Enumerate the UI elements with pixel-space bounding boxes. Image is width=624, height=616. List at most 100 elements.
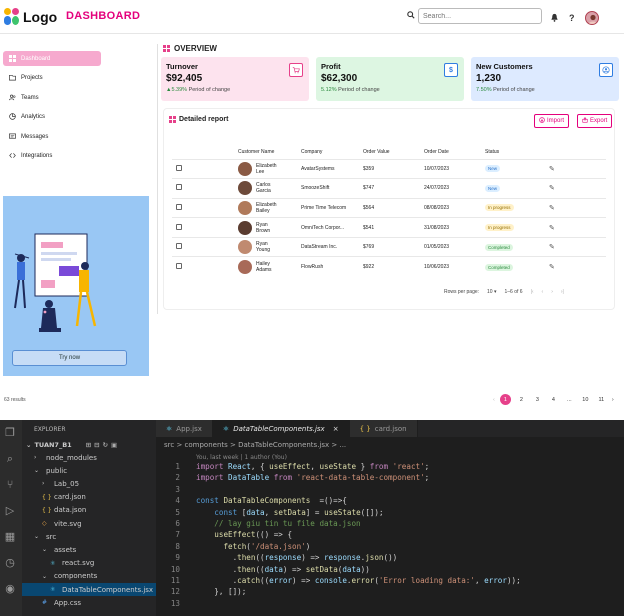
try-now-button[interactable]: Try now [12,350,127,366]
tree-folder[interactable]: › Lab_05 [22,477,156,490]
help-icon[interactable]: ? [569,13,575,23]
prev-page-icon[interactable]: ‹ [542,289,544,295]
tree-file[interactable]: # App.css [22,596,156,609]
user-circle-icon[interactable] [599,63,613,77]
code-line[interactable]: import React, { useEffect, useState } fr… [196,462,429,471]
files-icon[interactable]: ❐ [3,426,17,440]
table-row[interactable]: Elizabeth Lee AvatarSystems $359 10/07/2… [172,158,606,179]
table-row[interactable]: Elizabeth Bailey Prime Time Telecom $564… [172,197,606,218]
tab-label: card.json [374,424,407,433]
sidebar-item-analytics[interactable]: Analytics [3,109,101,124]
first-page-icon[interactable]: |‹ [531,289,534,295]
next-page-icon[interactable]: › [612,397,614,403]
tree-file[interactable]: ◇ vite.svg [22,517,156,530]
dollar-icon[interactable]: $ [444,63,458,77]
line-number: 12 [170,587,180,597]
column-header[interactable]: Order Value [359,145,420,159]
remote-icon[interactable]: ◷ [3,556,17,570]
code-line[interactable]: .catch((error) => console.error('Error l… [196,576,521,585]
code-line[interactable]: }, []); [196,587,246,596]
bell-icon[interactable] [550,9,559,27]
code-line[interactable]: const [data, setData] = useState([]); [196,508,383,517]
page-button[interactable]: ... [564,394,575,405]
row-checkbox[interactable] [176,203,182,210]
table-row[interactable]: Carlos Garcia SmoozeShift $747 24/07/202… [172,178,606,199]
project-root[interactable]: ⌄ TUAN7_B1 ⊞⊟↻▣ [22,438,156,451]
edit-icon[interactable]: ✎ [549,244,555,251]
import-button[interactable]: Import [534,114,570,128]
page-button[interactable]: 1 [499,394,511,405]
row-checkbox[interactable] [176,243,182,250]
search-icon[interactable]: ⌕ [3,452,17,466]
sidebar-item-messages[interactable]: Messages [3,129,101,144]
sidebar-item-dashboard[interactable]: Dashboard [3,51,101,66]
tree-folder[interactable]: ⌄ components [22,570,156,583]
code-line[interactable]: useEffect(() => { [196,530,292,539]
explorer-actions[interactable]: ⊞⊟↻▣ [86,441,120,449]
customer-avatar [238,200,252,215]
edit-icon[interactable]: ✎ [549,166,555,173]
edit-icon[interactable]: ✎ [549,225,555,232]
editor-tab[interactable]: { } card.json [349,420,418,437]
code-line[interactable]: // lay giu tin tu file data.json [196,519,360,528]
row-checkbox[interactable] [176,184,182,191]
code-line[interactable]: const DataTableComponents =()=>{ [196,496,347,505]
extensions-icon[interactable]: ▦ [3,530,17,544]
chevron-down-icon: ⌄ [34,467,40,475]
prev-page-icon[interactable]: ‹ [493,397,495,403]
sidebar-item-teams[interactable]: Teams [3,90,101,105]
row-checkbox[interactable] [176,223,182,230]
code-line[interactable]: fetch('/data.json') [196,542,310,551]
export-button[interactable]: Export [577,114,613,128]
tree-label: react.svg [62,559,95,568]
edit-icon[interactable]: ✎ [549,264,555,271]
row-checkbox[interactable] [176,164,182,171]
page-button[interactable]: 3 [532,394,543,405]
cart-icon[interactable] [289,63,303,77]
rows-per-page-select[interactable]: 10 ▾ [487,289,496,295]
tree-folder[interactable]: ⌄ public [22,464,156,477]
column-header[interactable]: Status [481,145,545,159]
column-header[interactable]: Customer Name [234,145,297,159]
tree-file[interactable]: { } card.json [22,491,156,504]
order-date-cell: 31/08/2023 [420,217,481,238]
overview-title: OVERVIEW [174,44,217,53]
last-page-icon[interactable]: ›| [561,289,564,295]
tree-file[interactable]: ⚛ DataTableComponents.jsx [22,583,156,596]
page-button[interactable]: 10 [580,394,591,405]
user-avatar[interactable] [584,11,599,25]
table-row[interactable]: Ryan Young DataStream Inc. $769 01/05/20… [172,236,606,257]
sidebar-item-projects[interactable]: Projects [3,70,101,85]
column-header[interactable]: Company [297,145,359,159]
sidebar-item-integrations[interactable]: Integrations [3,148,101,163]
search-input[interactable] [418,8,542,24]
next-page-icon[interactable]: › [551,289,553,295]
tree-file[interactable]: { } data.json [22,504,156,517]
page-button[interactable]: 11 [596,394,607,405]
code-line[interactable]: import DataTable from 'react-data-table-… [196,473,429,482]
code-line[interactable]: .then((response) => response.json()) [196,553,398,562]
close-icon[interactable]: × [333,425,339,433]
source-control-icon[interactable]: ⑂ [3,478,17,492]
editor-tab[interactable]: ⚛ App.jsx [156,420,213,437]
chevron-down-icon: ▾ [493,289,497,295]
column-header[interactable]: Order Date [420,145,481,159]
tree-folder[interactable]: › node_modules [22,451,156,464]
page-button[interactable]: 4 [548,394,559,405]
run-debug-icon[interactable]: ▷ [3,504,17,518]
edit-icon[interactable]: ✎ [549,185,555,192]
table-row[interactable]: Hailey Adams FlowRush $922 10/06/2023 Co… [172,256,606,277]
tree-folder[interactable]: ⌄ assets [22,543,156,556]
order-value-cell: $747 [359,178,420,199]
tree-folder[interactable]: ⌄ src [22,530,156,543]
table-row[interactable]: Ryan Brown OmniTech Corpor... $541 31/08… [172,217,606,238]
github-icon[interactable]: ◉ [3,582,17,596]
row-checkbox[interactable] [176,263,182,270]
editor-tab[interactable]: ⚛ DataTableComponents.jsx × [212,420,350,437]
page-button[interactable]: 2 [516,394,527,405]
edit-icon[interactable]: ✎ [549,205,555,212]
code-line[interactable]: .then((data) => setData(data)) [196,565,370,574]
tree-file[interactable]: ⚛ react.svg [22,557,156,570]
order-value-cell: $564 [359,197,420,218]
logo[interactable]: Logo [4,8,57,26]
